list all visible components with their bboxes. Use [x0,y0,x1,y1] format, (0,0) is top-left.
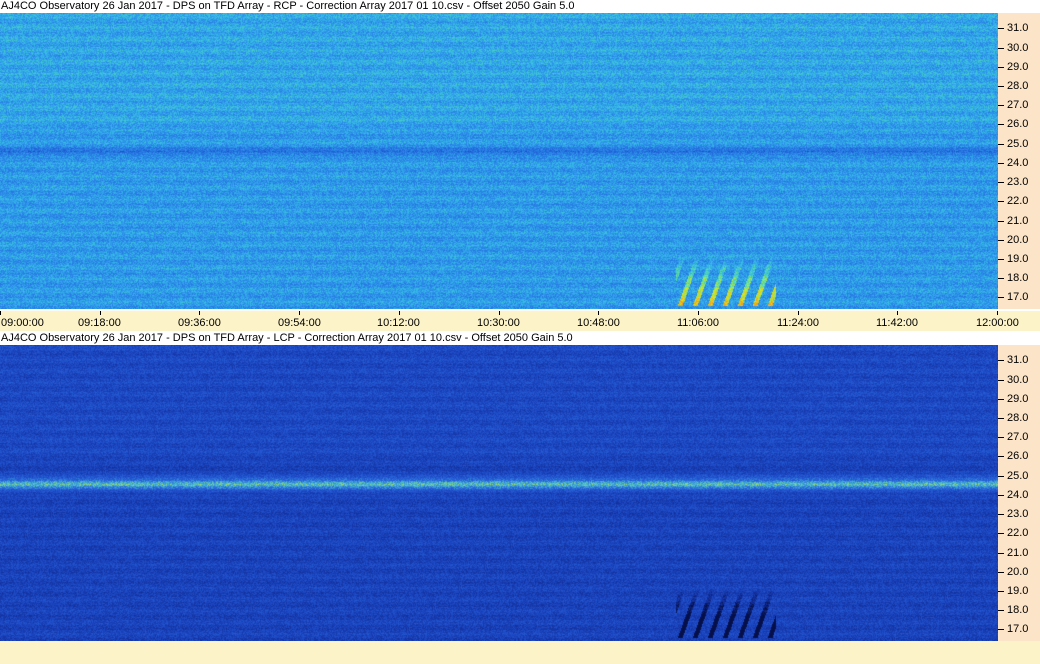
x-tick-label: 11:06:00 [677,317,720,329]
x-tick-label: 10:48:00 [577,317,620,329]
y-tick-label: 20.0 [1007,234,1029,246]
y-tick-mark [998,67,1004,68]
y-tick-mark [998,476,1004,477]
x-tick-mark [199,311,200,315]
y-tick-label: 24.0 [1007,489,1029,501]
y-tick-mark [998,278,1004,279]
rcp-spectrogram [0,13,998,309]
y-tick-mark [998,380,1004,381]
x-tick-label: 09:54:00 [278,317,321,329]
x-tick-label: 10:30:00 [477,317,520,329]
y-tick-label: 17.0 [1007,623,1029,635]
x-tick-mark [798,311,799,315]
x-tick-mark [698,311,699,315]
y-tick-mark [998,221,1004,222]
y-tick-label: 30.0 [1007,374,1029,386]
y-tick-mark [998,572,1004,573]
y-tick-label: 30.0 [1007,42,1029,54]
y-tick-mark [998,201,1004,202]
y-tick-mark [998,259,1004,260]
y-tick-mark [998,182,1004,183]
x-tick-mark [100,311,101,315]
x-tick-mark [598,311,599,315]
y-tick-label: 26.0 [1007,450,1029,462]
x-tick-mark [399,311,400,315]
x-tick-mark [0,311,1,315]
y-tick-mark [998,629,1004,630]
y-tick-label: 20.0 [1007,566,1029,578]
y-tick-label: 22.0 [1007,195,1029,207]
y-tick-mark [998,105,1004,106]
x-tick-mark [897,311,898,315]
y-tick-mark [998,163,1004,164]
y-tick-mark [998,495,1004,496]
y-tick-label: 27.0 [1007,431,1029,443]
lcp-spectrogram [0,345,998,641]
y-tick-mark [998,591,1004,592]
y-tick-mark [998,437,1004,438]
y-tick-label: 28.0 [1007,80,1029,92]
rcp-spectrogram-canvas [0,13,998,309]
y-tick-label: 27.0 [1007,99,1029,111]
y-tick-label: 29.0 [1007,61,1029,73]
y-tick-mark [998,418,1004,419]
y-tick-label: 21.0 [1007,547,1029,559]
y-tick-mark [998,297,1004,298]
y-tick-label: 25.0 [1007,138,1029,150]
x-tick-mark [299,311,300,315]
lcp-spectrogram-canvas [0,345,998,641]
rcp-frequency-axis: 31.0 30.0 29.0 28.0 27.0 26.0 25.0 24.0 23.0 22.0… [998,13,1040,309]
y-tick-label: 23.0 [1007,176,1029,188]
y-tick-label: 25.0 [1007,470,1029,482]
x-tick-mark [499,311,500,315]
x-tick-label: 09:36:00 [178,317,221,329]
y-tick-mark [998,399,1004,400]
x-tick-label: 11:42:00 [876,317,919,329]
rcp-title: AJ4CO Observatory 26 Jan 2017 - DPS on T… [0,0,1040,13]
y-tick-mark [998,28,1004,29]
y-tick-label: 24.0 [1007,157,1029,169]
lcp-frequency-axis: 31.0 30.0 29.0 28.0 27.0 26.0 25.0 24.0 23.0 22.0… [998,345,1040,641]
y-tick-mark [998,124,1004,125]
y-tick-mark [998,360,1004,361]
y-tick-label: 19.0 [1007,253,1029,265]
y-tick-mark [998,144,1004,145]
y-tick-mark [998,610,1004,611]
y-tick-label: 18.0 [1007,272,1029,284]
y-tick-label: 22.0 [1007,527,1029,539]
x-tick-label: 09:00:00 [1,317,44,329]
lcp-title: AJ4CO Observatory 26 Jan 2017 - DPS on T… [0,332,1040,345]
y-tick-mark [998,456,1004,457]
y-tick-label: 31.0 [1007,354,1029,366]
y-tick-mark [998,240,1004,241]
y-tick-label: 17.0 [1007,291,1029,303]
y-tick-mark [998,86,1004,87]
bottom-time-axis-strip [0,641,1040,664]
x-tick-label: 12:00:00 [976,317,1019,329]
y-tick-mark [998,48,1004,49]
y-tick-label: 18.0 [1007,604,1029,616]
y-tick-label: 23.0 [1007,508,1029,520]
x-tick-label: 11:24:00 [777,317,820,329]
time-axis: 09:00:00 09:18:00 09:36:00 09:54:00 10:12:00… [0,311,1040,331]
y-tick-label: 31.0 [1007,22,1029,34]
y-tick-label: 19.0 [1007,585,1029,597]
y-tick-label: 21.0 [1007,215,1029,227]
x-tick-mark [997,311,998,315]
y-tick-label: 26.0 [1007,118,1029,130]
y-tick-label: 28.0 [1007,412,1029,424]
x-tick-label: 10:12:00 [377,317,420,329]
y-tick-mark [998,514,1004,515]
y-tick-mark [998,553,1004,554]
x-tick-label: 09:18:00 [78,317,121,329]
y-tick-label: 29.0 [1007,393,1029,405]
y-tick-mark [998,533,1004,534]
